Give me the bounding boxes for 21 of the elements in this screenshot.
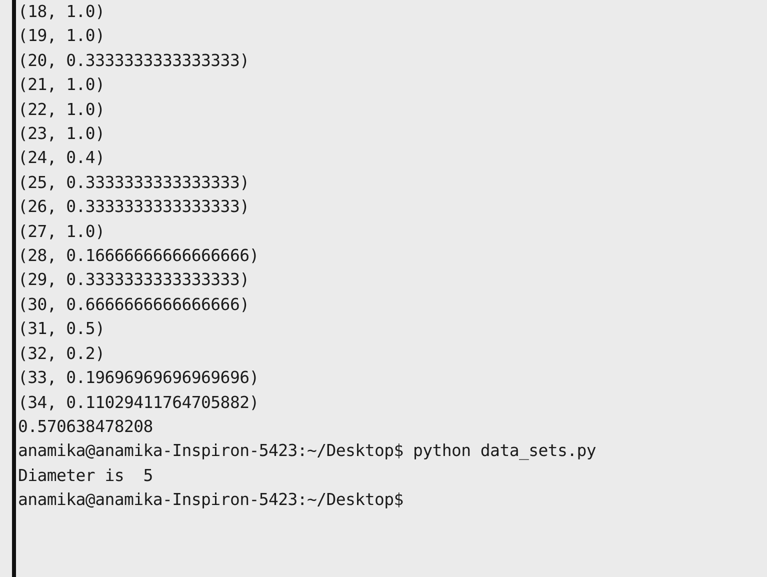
terminal-line: (28, 0.16666666666666666) <box>18 245 259 268</box>
terminal-line: (21, 1.0) <box>18 74 105 96</box>
terminal-line: (34, 0.11029411764705882) <box>18 392 259 414</box>
terminal-line: (26, 0.3333333333333333) <box>18 196 250 218</box>
terminal-line: anamika@anamika-Inspiron-5423:~/Desktop$ python data_sets.py <box>18 440 596 462</box>
terminal-line: (24, 0.4) <box>18 147 105 170</box>
terminal-line: (22, 1.0) <box>18 98 105 121</box>
terminal-line: anamika@anamika-Inspiron-5423:~/Desktop$ <box>18 489 404 512</box>
terminal-line: (18, 1.0) <box>18 1 105 23</box>
terminal-line: (19, 1.0) <box>18 25 105 48</box>
terminal-line: 0.570638478208 <box>18 416 153 438</box>
terminal-line: Diameter is 5 <box>18 464 153 487</box>
terminal-line: (31, 0.5) <box>18 318 105 340</box>
terminal-line: (23, 1.0) <box>18 123 105 146</box>
terminal-line: (33, 0.19696969696969696) <box>18 367 259 390</box>
terminal-line: (25, 0.3333333333333333) <box>18 172 250 194</box>
terminal-line: (32, 0.2) <box>18 342 105 365</box>
terminal-line: (30, 0.6666666666666666) <box>18 294 250 316</box>
terminal-line: (27, 1.0) <box>18 220 105 243</box>
terminal-line: (20, 0.3333333333333333) <box>18 50 250 72</box>
terminal-line: (29, 0.3333333333333333) <box>18 269 250 292</box>
